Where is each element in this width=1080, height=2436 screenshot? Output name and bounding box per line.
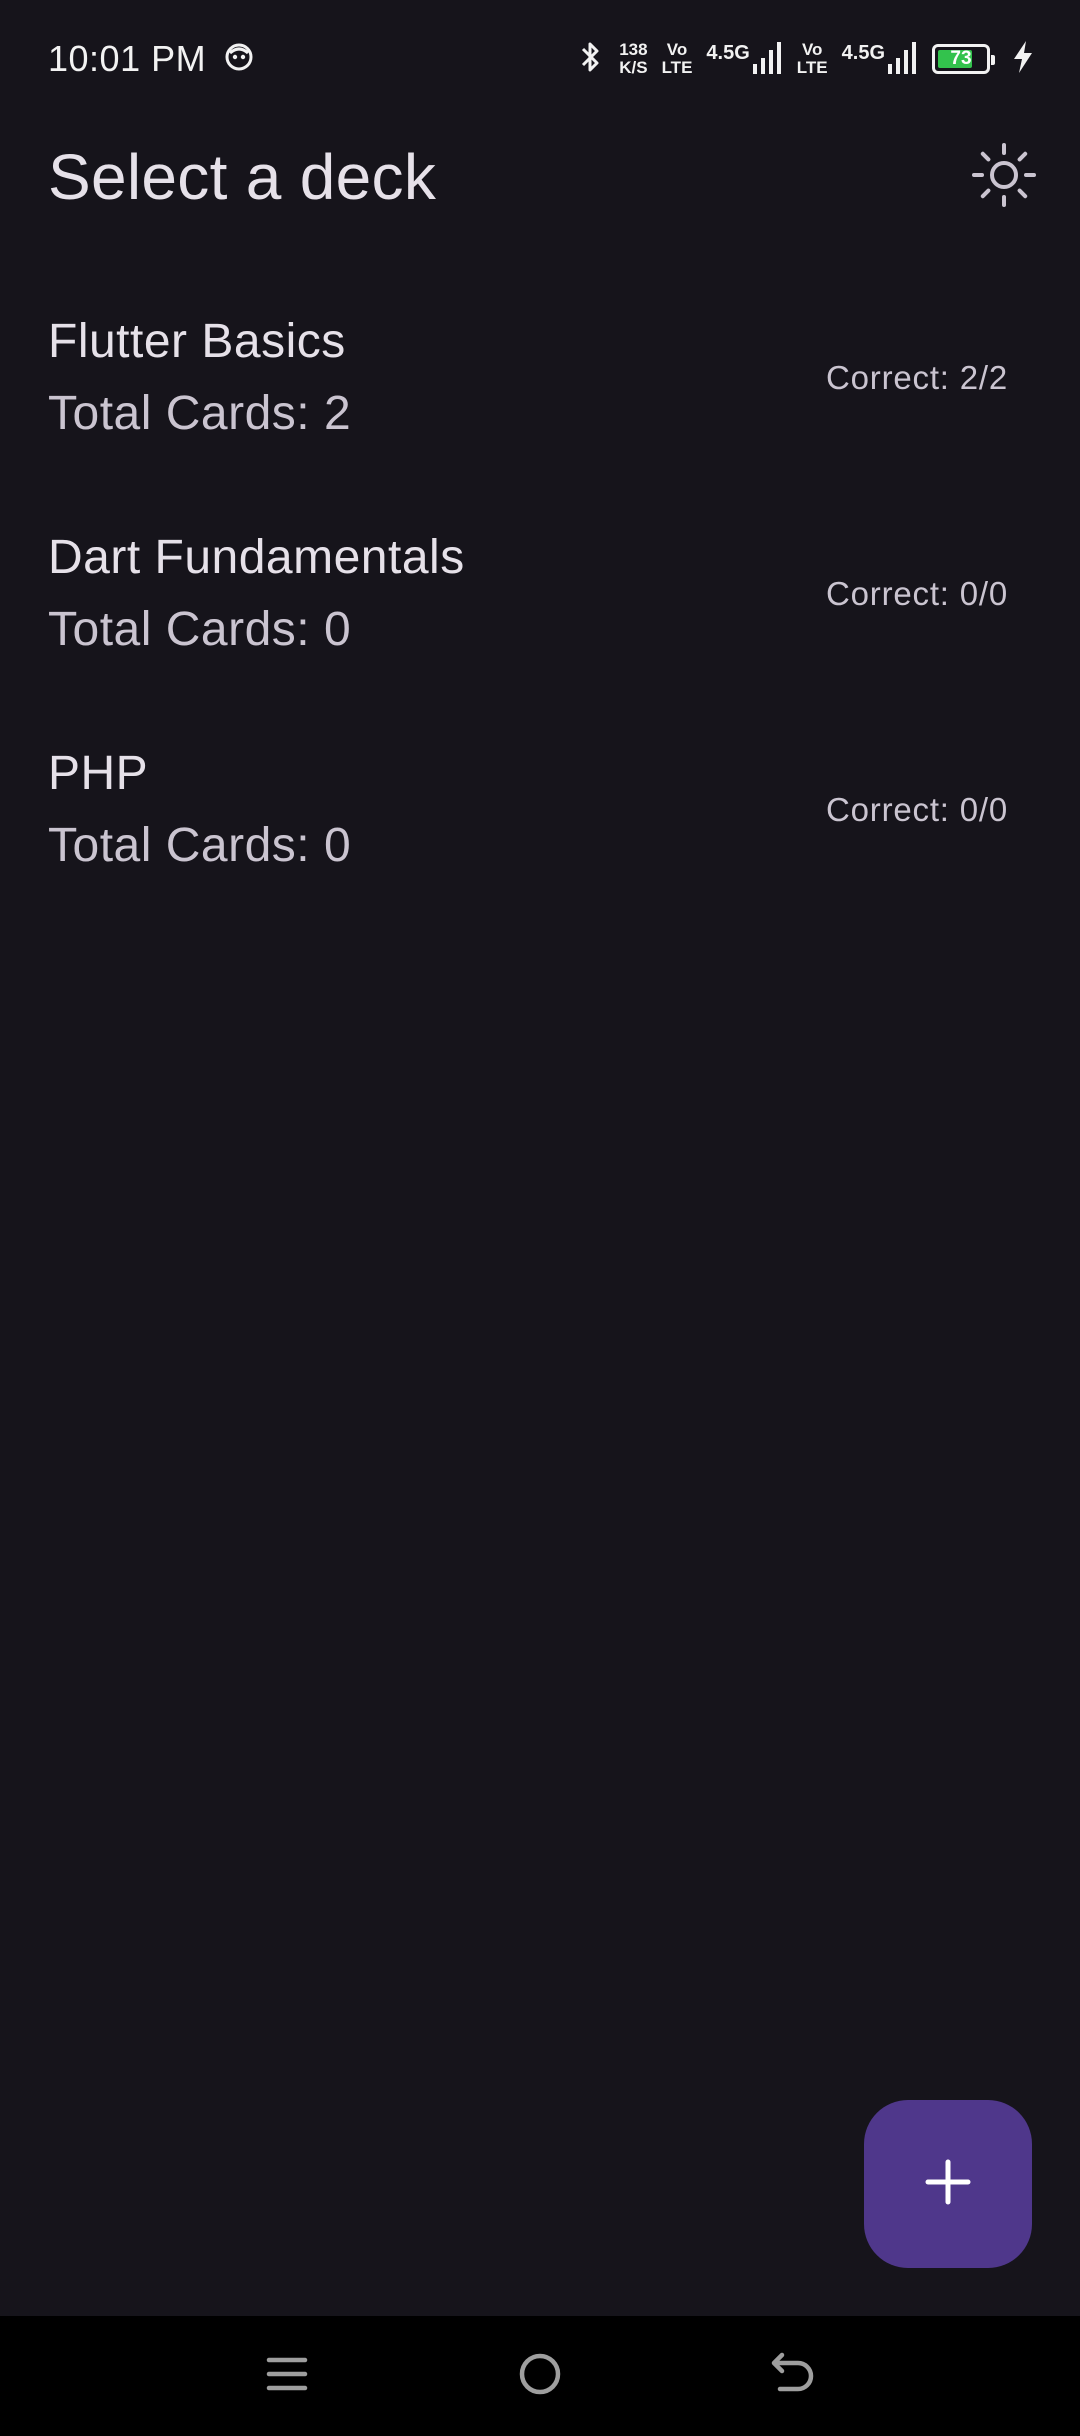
plus-icon <box>924 2158 972 2211</box>
deck-text: Flutter Basics Total Cards: 2 <box>48 315 351 441</box>
sim1-signal: 4.5G <box>706 40 782 79</box>
deck-list: Flutter Basics Total Cards: 2 Correct: 2… <box>0 270 1080 918</box>
deck-text: Dart Fundamentals Total Cards: 0 <box>48 531 465 657</box>
sim1-volte: Vo LTE <box>662 41 693 77</box>
home-button[interactable] <box>490 2326 590 2426</box>
deck-correct-score: Correct: 0/0 <box>826 791 1008 828</box>
deck-item-php[interactable]: PHP Total Cards: 0 Correct: 0/0 <box>0 702 1080 918</box>
battery-icon: 73 <box>932 44 995 74</box>
network-speed: 138 K/S <box>619 41 647 77</box>
recents-button[interactable] <box>237 2326 337 2426</box>
status-left: 10:01 PM <box>48 38 254 80</box>
sim2-network-type: 4.5G <box>841 41 885 64</box>
screen: 10:01 PM 138 K/S Vo LTE 4.5G Vo LTE 4.5G… <box>0 0 1080 2436</box>
deck-correct-score: Correct: 0/0 <box>826 575 1008 612</box>
notification-icon <box>224 42 254 77</box>
sun-icon <box>971 142 1037 213</box>
add-deck-button[interactable] <box>864 2100 1032 2268</box>
sim1-network-type: 4.5G <box>706 41 750 64</box>
network-speed-unit: K/S <box>619 58 648 77</box>
network-speed-value: 138 <box>619 40 648 59</box>
bluetooth-icon <box>577 39 605 80</box>
deck-total-cards: Total Cards: 0 <box>48 819 352 872</box>
deck-name: Dart Fundamentals <box>48 531 465 584</box>
deck-total-cards: Total Cards: 0 <box>48 603 352 656</box>
sim1-volte-top: Vo <box>666 40 688 59</box>
menu-icon <box>265 2352 309 2401</box>
sim2-volte: Vo LTE <box>797 41 828 77</box>
deck-total-cards: Total Cards: 2 <box>48 387 352 440</box>
deck-item-dart-fundamentals[interactable]: Dart Fundamentals Total Cards: 0 Correct… <box>0 486 1080 702</box>
status-bar: 10:01 PM 138 K/S Vo LTE 4.5G Vo LTE 4.5G… <box>0 0 1080 118</box>
sim2-volte-top: Vo <box>801 40 823 59</box>
sim2-signal: 4.5G <box>842 40 918 79</box>
status-time: 10:01 PM <box>48 38 207 79</box>
status-right: 138 K/S Vo LTE 4.5G Vo LTE 4.5G 73 <box>577 39 1034 80</box>
sim1-volte-bottom: LTE <box>661 58 693 77</box>
sim2-volte-bottom: LTE <box>796 58 828 77</box>
page-title: Select a deck <box>48 141 437 213</box>
signal-icon <box>752 40 783 79</box>
deck-name: Flutter Basics <box>48 315 346 368</box>
deck-text: PHP Total Cards: 0 <box>48 747 351 873</box>
theme-toggle-button[interactable] <box>964 137 1044 217</box>
home-circle-icon <box>517 2351 563 2402</box>
deck-item-flutter-basics[interactable]: Flutter Basics Total Cards: 2 Correct: 2… <box>0 270 1080 486</box>
back-button[interactable] <box>743 2326 843 2426</box>
system-nav-bar <box>0 2316 1080 2436</box>
back-icon <box>770 2351 816 2402</box>
deck-correct-score: Correct: 2/2 <box>826 359 1008 396</box>
charging-icon <box>1012 40 1034 79</box>
battery-level: 73 <box>950 48 972 69</box>
signal-icon <box>888 40 918 79</box>
app-bar: Select a deck <box>0 118 1080 236</box>
deck-name: PHP <box>48 747 149 800</box>
